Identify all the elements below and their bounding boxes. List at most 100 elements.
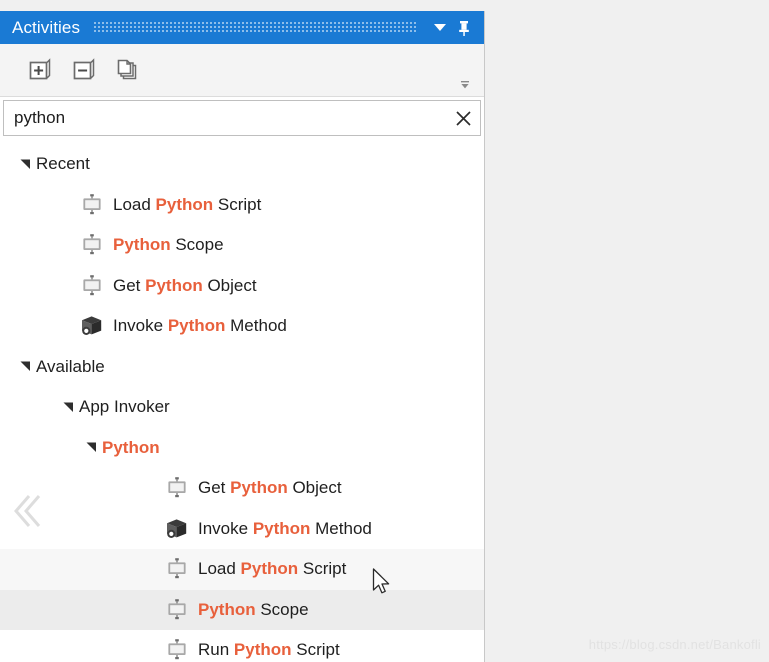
plain-text: Script xyxy=(291,640,340,660)
invoke-method-cube-icon xyxy=(82,316,102,336)
tree-row-label: App Invoker xyxy=(79,397,170,417)
activity-scope-icon xyxy=(168,639,186,660)
tree-row-label: Invoke Python Method xyxy=(198,519,372,539)
search-match-text: Python xyxy=(155,194,214,214)
expand-all-icon xyxy=(29,58,51,80)
plain-text: Scope xyxy=(170,235,224,255)
activities-panel: Activities python Recent Load Python Scr… xyxy=(0,11,485,662)
plain-text: Invoke xyxy=(113,316,168,336)
tree-row-label: Invoke Python Method xyxy=(113,316,287,336)
search-match-text: Python xyxy=(102,437,160,457)
search-match-text: Python xyxy=(198,599,256,619)
invoke-method-cube-icon xyxy=(164,517,190,541)
activity-scope-icon xyxy=(164,638,190,662)
tree-row-label: Get Python Object xyxy=(113,276,257,296)
double-chevron-left-icon xyxy=(14,495,41,527)
tree-row-label: Get Python Object xyxy=(198,478,342,498)
plain-text: Load xyxy=(113,194,156,214)
plain-text: Script xyxy=(298,559,347,579)
tree-row-label: Available xyxy=(36,357,105,377)
activity-scope-icon xyxy=(83,193,101,214)
tree-row[interactable]: Python xyxy=(0,428,484,469)
copy-pages-icon xyxy=(117,59,137,80)
titlebar-drag-grip[interactable] xyxy=(94,22,418,33)
tree-row[interactable]: App Invoker xyxy=(0,387,484,428)
activity-scope-icon xyxy=(168,477,186,498)
expander-expanded-icon xyxy=(20,361,30,372)
search-clear-button[interactable] xyxy=(446,101,480,135)
plain-text: Available xyxy=(36,356,105,376)
activity-scope-icon xyxy=(79,233,105,257)
search-match-text: Python xyxy=(167,316,226,336)
activity-scope-icon xyxy=(83,234,101,255)
tree-expander[interactable] xyxy=(14,356,36,378)
tree-row[interactable]: Available xyxy=(0,347,484,388)
panel-dropdown-button[interactable] xyxy=(428,16,452,40)
activities-tree: Recent Load Python Script Python Scope Get … xyxy=(0,136,484,662)
plain-text: Load xyxy=(198,559,241,579)
plain-text: Script xyxy=(213,194,262,214)
tree-expander[interactable] xyxy=(57,396,79,418)
collapse-panel-button[interactable] xyxy=(9,489,43,533)
collapse-all-button[interactable] xyxy=(62,50,106,90)
tree-row[interactable]: Run Python Script xyxy=(0,630,484,662)
tree-row[interactable]: Recent xyxy=(0,144,484,185)
tree-row-label: Load Python Script xyxy=(113,195,261,215)
activity-scope-icon xyxy=(164,557,190,581)
search-input[interactable] xyxy=(4,108,446,128)
search-match-text: Python xyxy=(230,478,288,498)
panel-titlebar: Activities xyxy=(0,11,484,44)
collapse-all-icon xyxy=(73,58,95,80)
tree-row[interactable]: Invoke Python Method xyxy=(0,306,484,347)
plain-text: Invoke xyxy=(198,518,253,538)
expander-expanded-icon xyxy=(63,402,73,412)
search-match-text: Python xyxy=(145,275,203,295)
panel-title: Activities xyxy=(12,17,81,37)
plain-text: Method xyxy=(310,518,372,538)
watermark-text: https://blog.csdn.net/Bankofli xyxy=(588,637,761,652)
expander-expanded-icon xyxy=(86,442,96,453)
plain-text: Object xyxy=(202,275,257,295)
tree-row[interactable]: Python Scope xyxy=(0,225,484,266)
activity-scope-icon xyxy=(168,598,186,619)
show-favorites-button[interactable] xyxy=(106,50,150,90)
tree-row[interactable]: Python Scope xyxy=(0,589,484,630)
search-match-text: Python xyxy=(252,518,311,538)
activity-scope-icon xyxy=(83,274,101,295)
tree-row[interactable]: Load Python Script xyxy=(0,185,484,226)
tree-row[interactable]: Get Python Object xyxy=(0,468,484,509)
expander-expanded-icon xyxy=(20,159,30,169)
activity-scope-icon xyxy=(164,476,190,500)
tree-row[interactable]: Invoke Python Method xyxy=(0,509,484,550)
search-match-text: Python xyxy=(240,559,299,579)
expand-all-button[interactable] xyxy=(18,50,62,90)
activity-scope-icon xyxy=(79,193,105,217)
invoke-method-cube-icon xyxy=(79,314,105,338)
tree-row[interactable]: Load Python Script xyxy=(0,549,484,590)
pin-icon xyxy=(459,20,469,36)
search-match-text: Python xyxy=(113,235,171,255)
plain-text: Get xyxy=(113,275,146,295)
tree-expander[interactable] xyxy=(80,437,102,459)
plain-text: Method xyxy=(225,316,287,336)
toolbar-overflow-grip[interactable] xyxy=(458,78,472,92)
search-bar xyxy=(3,100,481,136)
grip-down-arrow-icon xyxy=(461,81,469,89)
invoke-method-cube-icon xyxy=(167,519,187,538)
close-x-icon xyxy=(455,110,471,126)
panel-pin-button[interactable] xyxy=(452,16,476,40)
tree-row-label: Python Scope xyxy=(198,600,309,620)
plain-text: Recent xyxy=(36,154,90,174)
tree-row[interactable]: Get Python Object xyxy=(0,266,484,307)
tree-expander[interactable] xyxy=(14,153,36,175)
plain-text: Scope xyxy=(255,599,309,619)
tree-row-label: Python Scope xyxy=(113,235,224,255)
plain-text: Run xyxy=(198,640,234,660)
plain-text: Object xyxy=(287,478,342,498)
activity-scope-icon xyxy=(164,598,190,622)
activity-scope-icon xyxy=(79,274,105,298)
tree-row-label: Run Python Script xyxy=(198,640,340,660)
activities-toolbar xyxy=(0,44,484,97)
tree-row-label: Python xyxy=(102,438,160,458)
plain-text: App Invoker xyxy=(79,397,170,417)
